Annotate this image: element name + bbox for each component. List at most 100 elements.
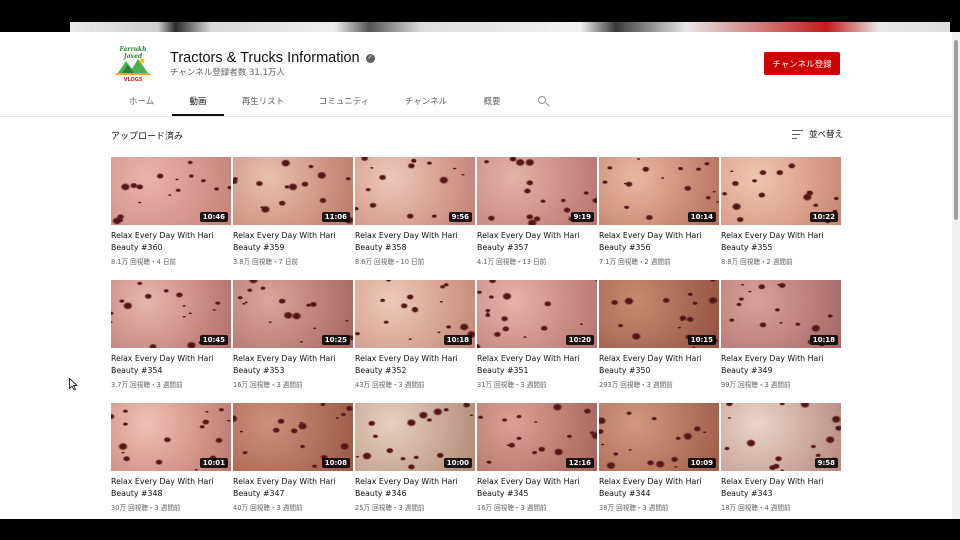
video-meta: 8.1万 回視聴・4 日前	[111, 258, 177, 266]
video-title[interactable]: Relax Every Day With Hari Beauty #356	[599, 230, 719, 253]
video-duration: 10:15	[687, 335, 716, 345]
video-card[interactable]: 10:08 Relax Every Day With Hari Beauty #3…	[233, 403, 353, 516]
video-title[interactable]: Relax Every Day With Hari Beauty #351	[477, 353, 597, 376]
video-title[interactable]: Relax Every Day With Hari Beauty #357	[477, 230, 597, 253]
video-title[interactable]: Relax Every Day With Hari Beauty #360	[111, 230, 231, 253]
video-meta: 25万 回視聴・3 週間前	[355, 504, 425, 512]
video-thumbnail[interactable]: 10:25	[233, 280, 353, 348]
video-card[interactable]: 10:25 Relax Every Day With Hari Beauty #3…	[233, 280, 353, 393]
video-thumbnail[interactable]: 10:18	[355, 280, 475, 348]
video-meta: 38万 回視聴・3 週間前	[599, 504, 669, 512]
video-card[interactable]: 10:18 Relax Every Day With Hari Beauty #3…	[355, 280, 475, 393]
tab-community[interactable]: コミュニティ	[302, 92, 386, 116]
page-scrollbar[interactable]	[952, 32, 960, 519]
tab-channels[interactable]: チャンネル	[386, 92, 466, 116]
video-title[interactable]: Relax Every Day With Hari Beauty #347	[233, 476, 353, 499]
video-card[interactable]: 10:09 Relax Every Day With Hari Beauty #3…	[599, 403, 719, 516]
video-thumbnail[interactable]: 10:09	[599, 403, 719, 471]
video-thumbnail[interactable]: 9:56	[355, 157, 475, 225]
video-thumbnail[interactable]: 10:08	[233, 403, 353, 471]
video-thumbnail[interactable]: 10:14	[599, 157, 719, 225]
video-duration: 10:14	[687, 212, 716, 222]
video-card[interactable]: 10:01 Relax Every Day With Hari Beauty #3…	[111, 403, 231, 516]
video-meta: 18万 回視聴・4 週間前	[721, 504, 791, 512]
video-meta: 30万 回視聴・3 週間前	[111, 504, 181, 512]
video-thumbnail[interactable]: 10:15	[599, 280, 719, 348]
video-thumbnail[interactable]: 12:16	[477, 403, 597, 471]
video-thumbnail[interactable]: 9:19	[477, 157, 597, 225]
video-title[interactable]: Relax Every Day With Hari Beauty #359	[233, 230, 353, 253]
letterbox-bottom	[0, 519, 960, 540]
tab-videos[interactable]: 動画	[172, 92, 224, 116]
video-meta: 4.1万 回視聴・13 日前	[477, 258, 547, 266]
avatar-bottom-text: VLOGS	[123, 77, 143, 83]
tab-about[interactable]: 概要	[466, 92, 518, 116]
video-card[interactable]: 10:46 Relax Every Day With Hari Beauty #3…	[111, 157, 231, 270]
video-thumbnail[interactable]: 10:18	[721, 280, 841, 348]
video-duration: 12:16	[565, 458, 594, 468]
video-title[interactable]: Relax Every Day With Hari Beauty #345	[477, 476, 597, 499]
video-title[interactable]: Relax Every Day With Hari Beauty #346	[355, 476, 475, 499]
subscribe-button[interactable]: チャンネル登録	[764, 52, 840, 75]
video-title[interactable]: Relax Every Day With Hari Beauty #353	[233, 353, 353, 376]
video-card[interactable]: 9:19 Relax Every Day With Hari Beauty #35…	[477, 157, 597, 270]
video-thumbnail[interactable]: 10:01	[111, 403, 231, 471]
video-card[interactable]: 9:56 Relax Every Day With Hari Beauty #35…	[355, 157, 475, 270]
video-duration: 10:46	[199, 212, 228, 222]
video-card[interactable]: 12:16 Relax Every Day With Hari Beauty #3…	[477, 403, 597, 516]
tab-playlists[interactable]: 再生リスト	[224, 92, 302, 116]
video-duration: 10:18	[443, 335, 472, 345]
video-card[interactable]: 10:18 Relax Every Day With Hari Beauty #3…	[721, 280, 841, 393]
video-title[interactable]: Relax Every Day With Hari Beauty #354	[111, 353, 231, 376]
video-card[interactable]: 10:00 Relax Every Day With Hari Beauty #3…	[355, 403, 475, 516]
video-title[interactable]: Relax Every Day With Hari Beauty #355	[721, 230, 841, 253]
video-duration: 10:22	[809, 212, 838, 222]
video-card[interactable]: 10:15 Relax Every Day With Hari Beauty #3…	[599, 280, 719, 393]
video-meta: 40万 回視聴・3 週間前	[233, 504, 303, 512]
video-thumbnail[interactable]: 10:22	[721, 157, 841, 225]
tab-home[interactable]: ホーム	[111, 92, 172, 116]
video-title[interactable]: Relax Every Day With Hari Beauty #352	[355, 353, 475, 376]
video-meta: 16万 回視聴・3 週間前	[477, 504, 547, 512]
video-title[interactable]: Relax Every Day With Hari Beauty #358	[355, 230, 475, 253]
video-title[interactable]: Relax Every Day With Hari Beauty #350	[599, 353, 719, 376]
video-meta: 43万 回視聴・3 週間前	[355, 381, 425, 389]
verified-check-icon: ✓	[365, 53, 375, 63]
video-thumbnail[interactable]: 10:45	[111, 280, 231, 348]
video-title[interactable]: Relax Every Day With Hari Beauty #344	[599, 476, 719, 499]
video-thumbnail[interactable]: 11:06	[233, 157, 353, 225]
video-card[interactable]: 10:22 Relax Every Day With Hari Beauty #3…	[721, 157, 841, 270]
video-card[interactable]: 10:20 Relax Every Day With Hari Beauty #3…	[477, 280, 597, 393]
tractor-logo-icon	[116, 58, 150, 75]
video-meta: 8.8万 回視聴・2 週間前	[721, 258, 793, 266]
video-thumbnail[interactable]: 10:00	[355, 403, 475, 471]
uploads-heading: アップロード済み	[111, 132, 184, 142]
video-thumbnail[interactable]: 10:20	[477, 280, 597, 348]
video-duration: 11:06	[321, 212, 350, 222]
subscriber-count: チャンネル登録者数 31.1万人	[170, 68, 285, 78]
video-duration: 9:56	[448, 212, 472, 222]
video-grid: 10:46 Relax Every Day With Hari Beauty #3…	[111, 157, 841, 516]
banner-image	[70, 22, 950, 32]
video-duration: 9:58	[814, 458, 838, 468]
video-title[interactable]: Relax Every Day With Hari Beauty #343	[721, 476, 841, 499]
channel-search-icon[interactable]	[534, 92, 554, 112]
video-duration: 10:08	[321, 458, 350, 468]
sort-icon	[792, 129, 803, 139]
video-duration: 10:09	[687, 458, 716, 468]
video-duration: 10:45	[199, 335, 228, 345]
video-thumbnail[interactable]: 10:46	[111, 157, 231, 225]
video-duration: 10:00	[443, 458, 472, 468]
sort-button[interactable]: 並べ替え	[792, 128, 843, 140]
video-thumbnail[interactable]: 9:58	[721, 403, 841, 471]
scrollbar-thumb[interactable]	[954, 40, 958, 220]
video-duration: 10:20	[565, 335, 594, 345]
video-card[interactable]: 10:14 Relax Every Day With Hari Beauty #3…	[599, 157, 719, 270]
channel-avatar[interactable]: Farrukh Javed VLOGS	[110, 42, 156, 88]
video-title[interactable]: Relax Every Day With Hari Beauty #348	[111, 476, 231, 499]
video-card[interactable]: 9:58 Relax Every Day With Hari Beauty #34…	[721, 403, 841, 516]
channel-tabs: ホーム 動画 再生リスト コミュニティ チャンネル 概要	[111, 92, 554, 116]
video-title[interactable]: Relax Every Day With Hari Beauty #349	[721, 353, 841, 376]
video-card[interactable]: 11:06 Relax Every Day With Hari Beauty #3…	[233, 157, 353, 270]
video-card[interactable]: 10:45 Relax Every Day With Hari Beauty #3…	[111, 280, 231, 393]
